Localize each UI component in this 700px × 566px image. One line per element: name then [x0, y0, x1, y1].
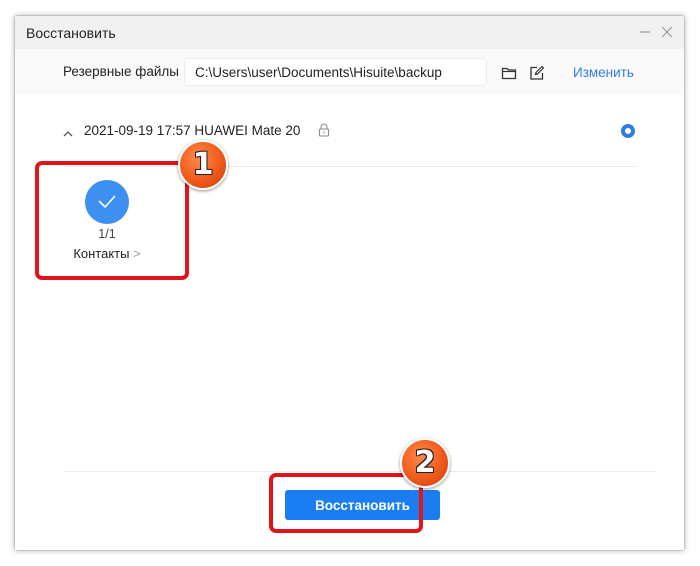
- window-title: Восстановить: [26, 25, 116, 41]
- divider: [63, 166, 637, 167]
- category-count: 1/1: [98, 227, 116, 241]
- lock-icon: [318, 123, 330, 137]
- category-label[interactable]: Контакты >: [55, 246, 159, 261]
- backup-label: 2021-09-19 17:57 HUAWEI Mate 20: [84, 123, 301, 138]
- change-path-link[interactable]: Изменить: [573, 65, 634, 80]
- backup-path-row: Резервные файлы Изменить: [15, 49, 684, 95]
- screenshot: Восстановить Резервные файлы C:\Users\us…: [0, 0, 700, 566]
- backup-select-radio[interactable]: [621, 124, 635, 138]
- title-bar: Восстановить: [15, 16, 684, 49]
- folder-icon[interactable]: [501, 65, 517, 81]
- backup-entry[interactable]: 2021-09-19 17:57 HUAWEI Mate 20: [63, 116, 635, 146]
- check-icon[interactable]: [85, 180, 129, 224]
- backup-path-input[interactable]: [184, 58, 487, 86]
- divider: [63, 471, 657, 472]
- category-contacts[interactable]: 1/1 Контакты >: [55, 174, 165, 264]
- minimize-icon[interactable]: [635, 22, 655, 42]
- category-name: Контакты: [73, 246, 130, 261]
- backup-files-label: Резервные файлы: [63, 64, 180, 79]
- edit-icon[interactable]: [529, 65, 545, 81]
- restore-dialog: Восстановить Резервные файлы C:\Users\us…: [15, 16, 684, 550]
- chevron-right-icon: >: [133, 246, 141, 261]
- close-icon[interactable]: [657, 22, 677, 42]
- restore-button[interactable]: Восстановить: [285, 490, 440, 520]
- chevron-up-icon[interactable]: [63, 125, 73, 137]
